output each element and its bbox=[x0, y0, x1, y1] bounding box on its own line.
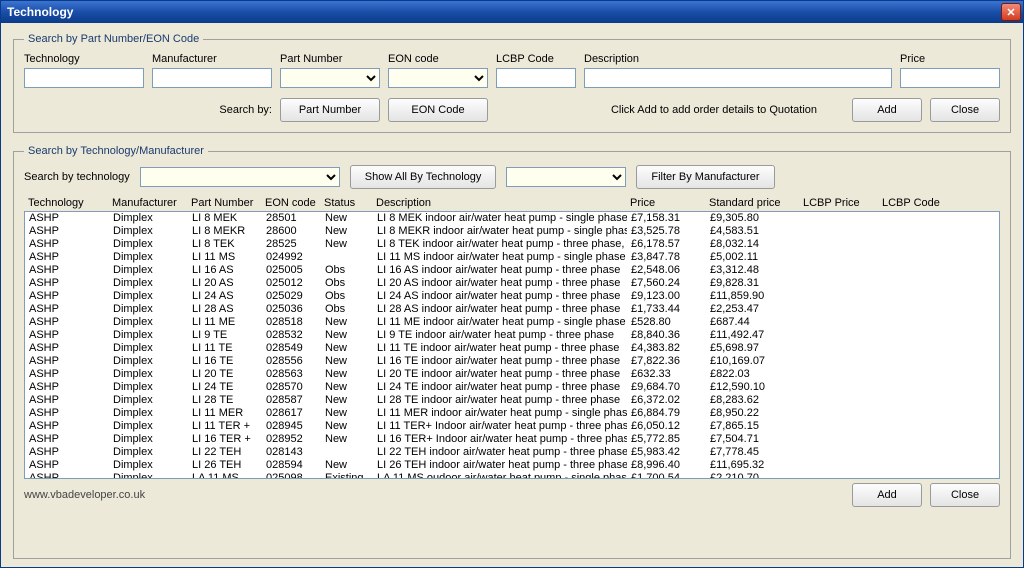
results-table[interactable]: ASHPDimplexLI 8 MEK28501NewLI 8 MEK indo… bbox=[24, 211, 1000, 479]
label-manufacturer: Manufacturer bbox=[152, 53, 272, 65]
technology-dialog: Technology ✕ Search by Part Number/EON C… bbox=[0, 0, 1024, 568]
show-all-button[interactable]: Show All By Technology bbox=[350, 165, 497, 189]
th-eoncode: EON code bbox=[265, 197, 320, 209]
table-row[interactable]: ASHPDimplexLI 16 TER +028952NewLI 16 TER… bbox=[25, 433, 999, 446]
table-row[interactable]: ASHPDimplexLI 28 TE028587NewLI 28 TE ind… bbox=[25, 394, 999, 407]
table-row[interactable]: ASHPDimplexLI 20 TE028563NewLI 20 TE ind… bbox=[25, 368, 999, 381]
table-row[interactable]: ASHPDimplexLA 11 MS025098ExistingLA 11 M… bbox=[25, 472, 999, 479]
client-area: Search by Part Number/EON Code Technolog… bbox=[1, 23, 1023, 567]
label-description: Description bbox=[584, 53, 892, 65]
table-row[interactable]: ASHPDimplexLI 24 TE028570NewLI 24 TE ind… bbox=[25, 381, 999, 394]
th-partnumber: Part Number bbox=[191, 197, 261, 209]
eoncode-combo[interactable] bbox=[388, 68, 488, 88]
table-row[interactable]: ASHPDimplexLI 8 MEK28501NewLI 8 MEK indo… bbox=[25, 212, 999, 225]
search-partnumber-button[interactable]: Part Number bbox=[280, 98, 380, 122]
th-lcbpprice: LCBP Price bbox=[803, 197, 878, 209]
footer-url: www.vbadeveloper.co.uk bbox=[24, 489, 844, 501]
table-row[interactable]: ASHPDimplexLI 22 TEH028143LI 22 TEH indo… bbox=[25, 446, 999, 459]
table-row[interactable]: ASHPDimplexLI 20 AS025012ObsLI 20 AS ind… bbox=[25, 277, 999, 290]
window-title: Technology bbox=[7, 5, 73, 19]
label-technology: Technology bbox=[24, 53, 144, 65]
table-row[interactable]: ASHPDimplexLI 11 TE028549NewLI 11 TE ind… bbox=[25, 342, 999, 355]
close-button-bottom[interactable]: Close bbox=[930, 483, 1000, 507]
add-button-top[interactable]: Add bbox=[852, 98, 922, 122]
label-eoncode: EON code bbox=[388, 53, 488, 65]
group2-legend: Search by Technology/Manufacturer bbox=[24, 145, 208, 157]
table-row[interactable]: ASHPDimplexLI 28 AS025036ObsLI 28 AS ind… bbox=[25, 303, 999, 316]
manufacturer-combo[interactable] bbox=[506, 167, 626, 187]
th-status: Status bbox=[324, 197, 372, 209]
close-icon[interactable]: ✕ bbox=[1001, 3, 1021, 21]
titlebar: Technology ✕ bbox=[1, 1, 1023, 23]
partnumber-combo[interactable] bbox=[280, 68, 380, 88]
search-by-label: Search by: bbox=[152, 104, 272, 116]
description-input[interactable] bbox=[584, 68, 892, 88]
label-price: Price bbox=[900, 53, 1000, 65]
table-row[interactable]: ASHPDimplexLI 8 TEK28525NewLI 8 TEK indo… bbox=[25, 238, 999, 251]
table-row[interactable]: ASHPDimplexLI 16 AS025005ObsLI 16 AS ind… bbox=[25, 264, 999, 277]
add-button-bottom[interactable]: Add bbox=[852, 483, 922, 507]
th-description: Description bbox=[376, 197, 626, 209]
filter-mfr-button[interactable]: Filter By Manufacturer bbox=[636, 165, 774, 189]
table-row[interactable]: ASHPDimplexLI 11 MS024992LI 11 MS indoor… bbox=[25, 251, 999, 264]
close-button-top[interactable]: Close bbox=[930, 98, 1000, 122]
table-row[interactable]: ASHPDimplexLI 16 TE028556NewLI 16 TE ind… bbox=[25, 355, 999, 368]
label-partnumber: Part Number bbox=[280, 53, 380, 65]
search-by-tech-label: Search by technology bbox=[24, 171, 130, 183]
th-stdprice: Standard price bbox=[709, 197, 799, 209]
table-row[interactable]: ASHPDimplexLI 26 TEH028594NewLI 26 TEH i… bbox=[25, 459, 999, 472]
add-hint: Click Add to add order details to Quotat… bbox=[584, 104, 844, 116]
th-manufacturer: Manufacturer bbox=[112, 197, 187, 209]
search-eoncode-button[interactable]: EON Code bbox=[388, 98, 488, 122]
search-partnum-group: Search by Part Number/EON Code Technolog… bbox=[13, 33, 1011, 133]
search-tech-group: Search by Technology/Manufacturer Search… bbox=[13, 145, 1011, 559]
table-row[interactable]: ASHPDimplexLI 11 TER +028945NewLI 11 TER… bbox=[25, 420, 999, 433]
table-row[interactable]: ASHPDimplexLI 8 MEKR28600NewLI 8 MEKR in… bbox=[25, 225, 999, 238]
technology-input[interactable] bbox=[24, 68, 144, 88]
table-headers: Technology Manufacturer Part Number EON … bbox=[24, 195, 1000, 211]
th-technology: Technology bbox=[28, 197, 108, 209]
label-lcbpcode: LCBP Code bbox=[496, 53, 576, 65]
th-lcbpcode: LCBP Code bbox=[882, 197, 957, 209]
price-input[interactable] bbox=[900, 68, 1000, 88]
table-row[interactable]: ASHPDimplexLI 11 ME028518NewLI 11 ME ind… bbox=[25, 316, 999, 329]
technology-combo[interactable] bbox=[140, 167, 340, 187]
th-price: Price bbox=[630, 197, 705, 209]
table-row[interactable]: ASHPDimplexLI 9 TE028532NewLI 9 TE indoo… bbox=[25, 329, 999, 342]
group1-legend: Search by Part Number/EON Code bbox=[24, 33, 203, 45]
table-row[interactable]: ASHPDimplexLI 11 MER028617NewLI 11 MER i… bbox=[25, 407, 999, 420]
manufacturer-input[interactable] bbox=[152, 68, 272, 88]
lcbpcode-input[interactable] bbox=[496, 68, 576, 88]
table-row[interactable]: ASHPDimplexLI 24 AS025029ObsLI 24 AS ind… bbox=[25, 290, 999, 303]
